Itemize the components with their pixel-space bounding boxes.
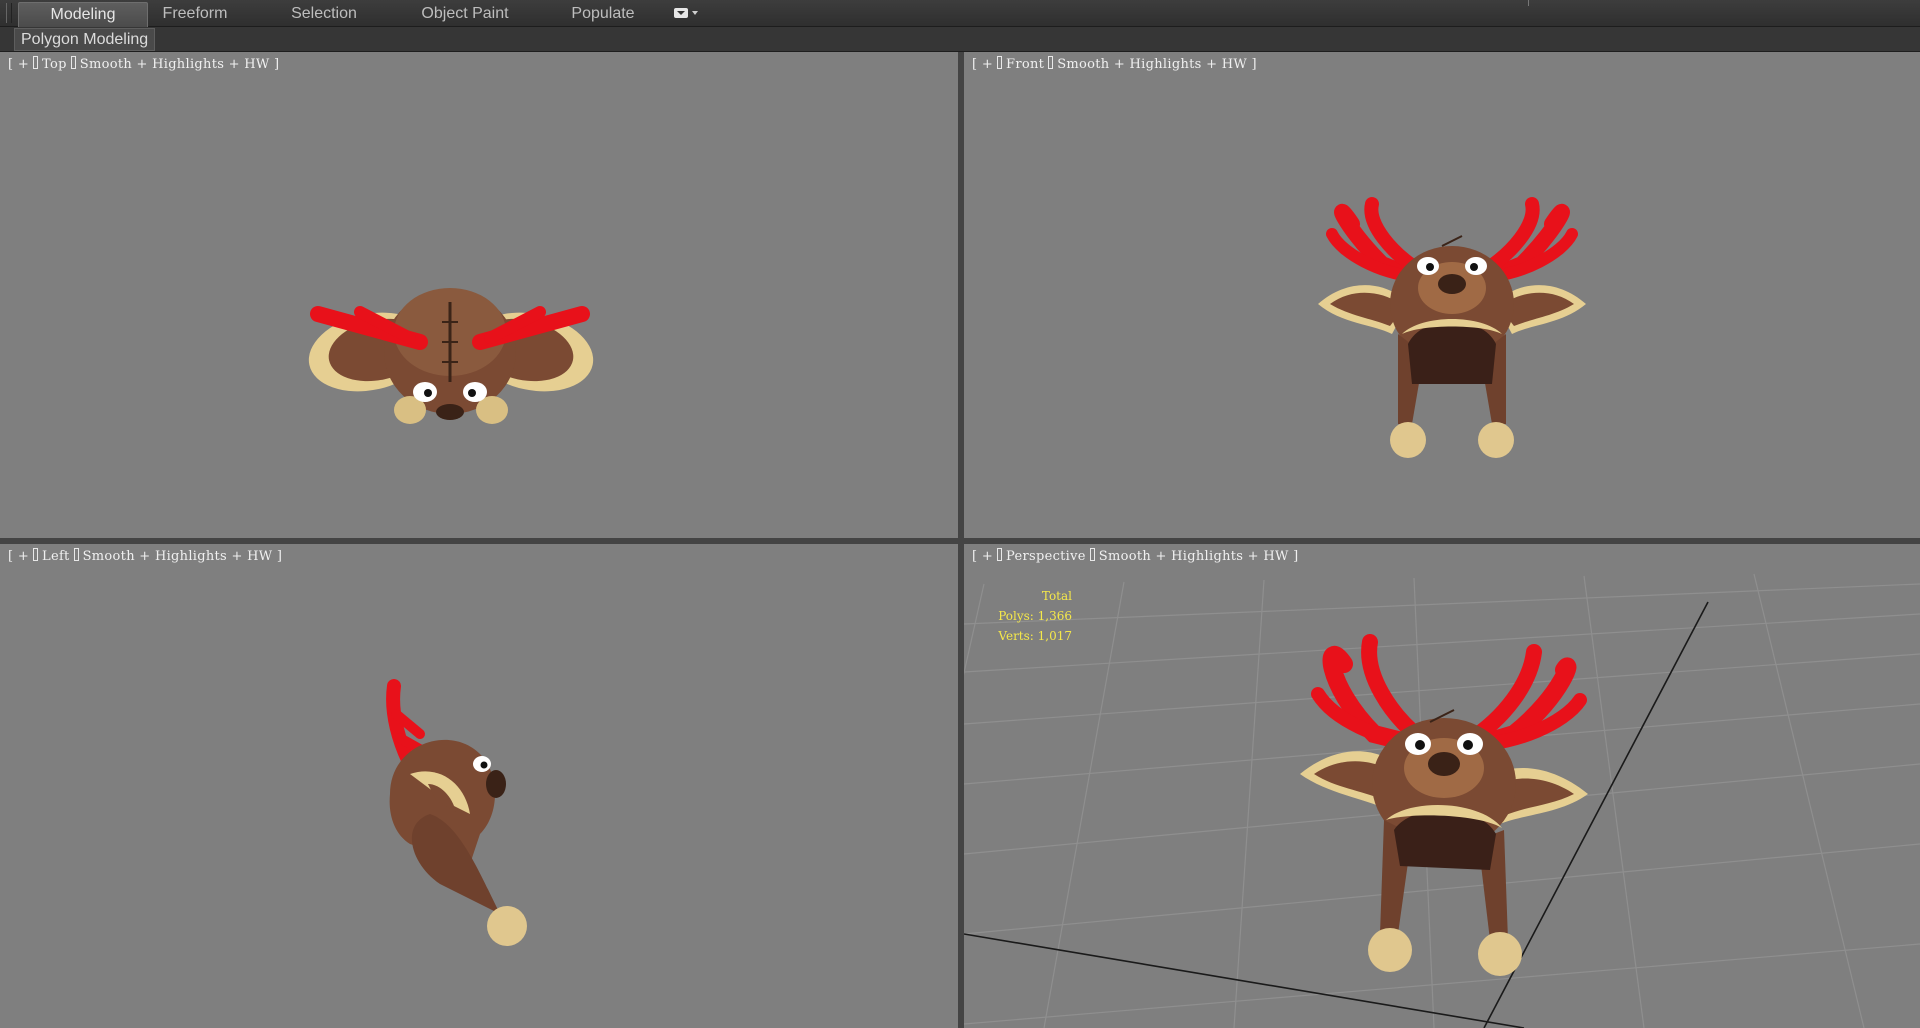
ribbon-options-dropdown[interactable]	[672, 6, 700, 20]
separator-box-icon	[997, 56, 1003, 69]
viewport-shading-menu[interactable]: Smooth	[1099, 549, 1151, 564]
ribbon-options-icon	[674, 8, 688, 18]
viewport-highlights-label[interactable]: Highlights	[1171, 549, 1243, 564]
separator-box-icon	[73, 548, 79, 561]
label-bracket-close: ]	[1251, 57, 1257, 72]
viewport-label-front: [ + Front Smooth + Highlights + HW ]	[972, 56, 1257, 72]
viewport-label-perspective: [ + Perspective Smooth + Highlights + HW ]	[972, 548, 1299, 564]
scene-statistics: Total Polys: 1,366 Verts: 1,017	[982, 586, 1072, 646]
viewport-menu-plus[interactable]: +	[18, 549, 29, 564]
viewport-menu-plus[interactable]: +	[982, 57, 993, 72]
viewport-highlights-label[interactable]: Highlights	[152, 57, 224, 72]
viewport-menu-plus[interactable]: +	[982, 549, 993, 564]
viewport-label-left: [ + Left Smooth + Highlights + HW ]	[8, 548, 283, 564]
stats-title: Total	[1041, 589, 1072, 603]
separator-box-icon	[33, 56, 39, 69]
ribbon-tab-bar: Modeling Freeform Selection Object Paint…	[0, 0, 1920, 27]
viewport-front[interactable]: [ + Front Smooth + Highlights + HW ]	[964, 52, 1920, 538]
viewport-hw-label[interactable]: HW	[1222, 57, 1247, 72]
separator-box-icon	[1048, 56, 1054, 69]
separator-box-icon	[33, 548, 39, 561]
viewport-hw-label[interactable]: HW	[247, 549, 272, 564]
ribbon-grip-handle[interactable]	[6, 3, 12, 23]
polygon-modeling-panel-button[interactable]: Polygon Modeling	[14, 28, 156, 51]
separator-box-icon	[70, 56, 76, 69]
viewport-top[interactable]: [ + Top Smooth + Highlights + HW ]	[0, 52, 958, 538]
viewport-highlights-label[interactable]: Highlights	[155, 549, 227, 564]
tab-selection[interactable]: Selection	[276, 2, 372, 26]
reindeer-hat-front-view[interactable]	[1312, 184, 1592, 474]
reindeer-hat-top-view[interactable]	[300, 242, 600, 432]
viewport-menu-plus[interactable]: +	[18, 57, 29, 72]
viewport-label-top: [ + Top Smooth + Highlights + HW ]	[8, 56, 280, 72]
tab-populate[interactable]: Populate	[560, 2, 646, 26]
viewport-shading-menu[interactable]: Smooth	[83, 549, 135, 564]
tab-modeling[interactable]: Modeling	[18, 2, 148, 27]
reindeer-hat-left-view[interactable]	[370, 674, 550, 974]
viewport-view-menu[interactable]: Top	[42, 57, 67, 72]
label-bracket-open: [	[972, 549, 978, 564]
tab-object-paint[interactable]: Object Paint	[410, 2, 520, 26]
viewport-shading-menu[interactable]: Smooth	[1057, 57, 1109, 72]
stats-verts: Verts: 1,017	[998, 629, 1072, 643]
stats-polys: Polys: 1,366	[998, 609, 1072, 623]
reindeer-hat-perspective-view[interactable]	[1294, 634, 1594, 1014]
separator-box-icon	[997, 548, 1003, 561]
viewport-hw-label[interactable]: HW	[244, 57, 269, 72]
label-bracket-close: ]	[1293, 549, 1299, 564]
viewport-perspective[interactable]: [ + Perspective Smooth + Highlights + HW ]…	[964, 544, 1920, 1028]
tab-freeform[interactable]: Freeform	[150, 2, 240, 26]
viewport-view-menu[interactable]: Left	[42, 549, 70, 564]
ribbon-panel-bar: Polygon Modeling	[0, 27, 1920, 52]
label-bracket-close: ]	[274, 57, 280, 72]
viewport-highlights-label[interactable]: Highlights	[1130, 57, 1202, 72]
viewport-view-menu[interactable]: Perspective	[1006, 549, 1086, 564]
chevron-down-icon	[692, 11, 698, 15]
viewport-hw-label[interactable]: HW	[1263, 549, 1288, 564]
viewport-left[interactable]: [ + Left Smooth + Highlights + HW ]	[0, 544, 958, 1028]
label-bracket-open: [	[8, 57, 14, 72]
viewport-view-menu[interactable]: Front	[1006, 57, 1044, 72]
label-bracket-open: [	[972, 57, 978, 72]
label-bracket-close: ]	[276, 549, 283, 564]
ribbon-divider	[1528, 0, 1529, 6]
separator-box-icon	[1089, 548, 1095, 561]
label-bracket-open: [	[8, 549, 14, 564]
viewport-shading-menu[interactable]: Smooth	[80, 57, 132, 72]
